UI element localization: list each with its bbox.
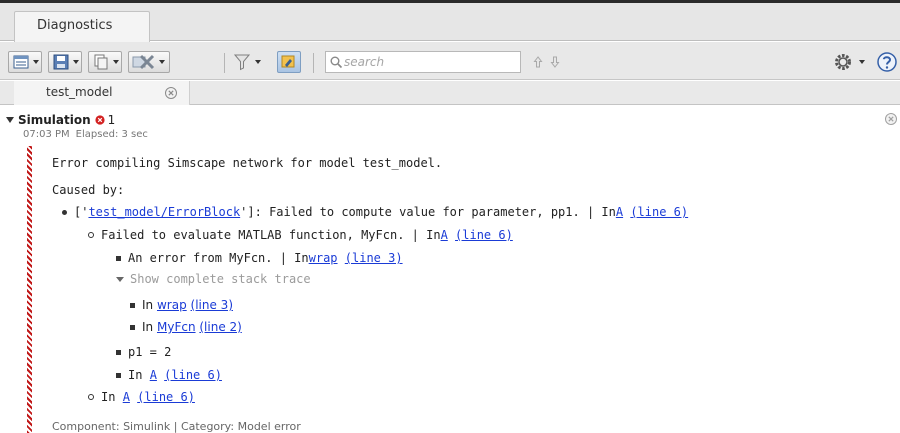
next-arrow-icon — [550, 56, 560, 68]
component-category-footer: Component: Simulink | Category: Model er… — [52, 420, 301, 433]
search-box[interactable] — [325, 51, 521, 73]
expand-triangle-icon[interactable] — [6, 117, 14, 123]
error-icon — [95, 115, 105, 125]
line-link[interactable]: (line 2) — [199, 320, 241, 334]
save-icon — [53, 54, 69, 70]
function-a-link[interactable]: A — [150, 368, 157, 382]
param-value-line: p1 = 2 — [116, 345, 171, 359]
error-count: 1 — [107, 113, 116, 127]
elapsed-text: Elapsed: 3 sec — [75, 129, 148, 140]
wrap-link[interactable]: wrap — [309, 251, 338, 265]
diagnostics-tab-label: Diagnostics — [37, 18, 113, 33]
highlight-button[interactable] — [277, 51, 301, 73]
time-text: 07:03 PM — [23, 129, 70, 140]
diagnostics-content: Simulation 1 07:03 PM Elapsed: 3 sec Err… — [0, 106, 900, 433]
stack-item-2: In MyFcn (line 2) — [130, 320, 242, 334]
clear-x-icon — [132, 54, 155, 70]
line-link[interactable]: (line 6) — [137, 390, 195, 404]
copy-icon — [94, 54, 108, 70]
tab-test-model[interactable]: test_model — [14, 81, 190, 105]
errorblock-link[interactable]: test_model/ErrorBlock — [88, 205, 240, 219]
error-indicator-bar — [27, 146, 32, 433]
caused-by-label: Caused by: — [52, 183, 125, 197]
chevron-down-icon — [33, 60, 39, 64]
in-a-line: In A (line 6) — [116, 368, 222, 382]
copy-button[interactable] — [88, 51, 122, 73]
function-a-link[interactable]: A — [123, 390, 130, 404]
close-section-icon[interactable] — [884, 112, 898, 126]
search-input[interactable] — [344, 54, 518, 70]
cause-line-3: An error from MyFcn. | In wrap (line 3) — [116, 251, 403, 265]
save-button[interactable] — [48, 51, 82, 73]
highlight-icon — [281, 55, 295, 68]
toolbar-separator — [313, 53, 314, 73]
previous-arrow-icon — [533, 56, 543, 68]
chevron-down-icon — [255, 60, 261, 64]
view-button[interactable] — [8, 51, 42, 73]
clear-button[interactable] — [128, 51, 170, 73]
chevron-down-icon — [113, 60, 119, 64]
filter-button[interactable] — [234, 52, 261, 72]
model-tab-bar: test_model — [0, 81, 900, 105]
toolbar-separator — [224, 53, 225, 73]
line-link[interactable]: (line 3) — [191, 298, 233, 312]
search-nav-arrows[interactable] — [533, 55, 563, 69]
line-link[interactable]: (line 3) — [345, 251, 403, 265]
gear-chevron-down-icon[interactable] — [859, 60, 865, 64]
tab-label: test_model — [46, 85, 113, 99]
filter-icon — [234, 54, 250, 71]
cause-line-1: [' test_model/ErrorBlock ']: Failed to com… — [62, 205, 688, 219]
line-link[interactable]: (line 6) — [164, 368, 222, 382]
stack-item-1: In wrap (line 3) — [130, 298, 233, 312]
search-icon — [330, 56, 343, 69]
gear-icon[interactable] — [832, 52, 854, 72]
section-title: Simulation — [18, 113, 91, 127]
cause-line-2: Failed to evaluate MATLAB function, MyFc… — [88, 228, 513, 242]
diagnostics-tab[interactable]: Diagnostics — [14, 11, 150, 42]
myfcn-link[interactable]: MyFcn — [157, 320, 196, 334]
line-link[interactable]: (line 6) — [630, 205, 688, 219]
bullet-square — [130, 324, 135, 330]
wrap-link[interactable]: wrap — [157, 298, 187, 312]
collapse-triangle-icon — [116, 276, 124, 282]
bullet-square — [130, 302, 135, 308]
help-icon[interactable] — [876, 51, 898, 73]
bullet-square — [116, 349, 121, 355]
bullet-square — [116, 255, 121, 261]
line-link[interactable]: (line 6) — [455, 228, 513, 242]
stack-trace-toggle[interactable]: Show complete stack trace — [116, 272, 311, 286]
window-tabstrip: Diagnostics — [0, 3, 900, 42]
chevron-down-icon — [73, 60, 79, 64]
error-main-message: Error compiling Simscape network for mod… — [52, 156, 443, 170]
close-tab-icon[interactable] — [164, 86, 178, 100]
function-a-link[interactable]: A — [441, 228, 448, 242]
bullet-circle — [88, 394, 94, 400]
function-a-link[interactable]: A — [616, 205, 623, 219]
bullet-square — [116, 372, 121, 378]
timestamp: 07:03 PM Elapsed: 3 sec — [23, 129, 148, 140]
bullet-circle — [88, 232, 94, 238]
in-a-line-outer: In A (line 6) — [88, 390, 195, 404]
list-view-icon — [13, 55, 29, 69]
bullet-disc — [62, 209, 67, 215]
toolbar — [0, 42, 900, 80]
chevron-down-icon — [159, 60, 165, 64]
simulation-section-header[interactable]: Simulation 1 — [6, 113, 115, 127]
